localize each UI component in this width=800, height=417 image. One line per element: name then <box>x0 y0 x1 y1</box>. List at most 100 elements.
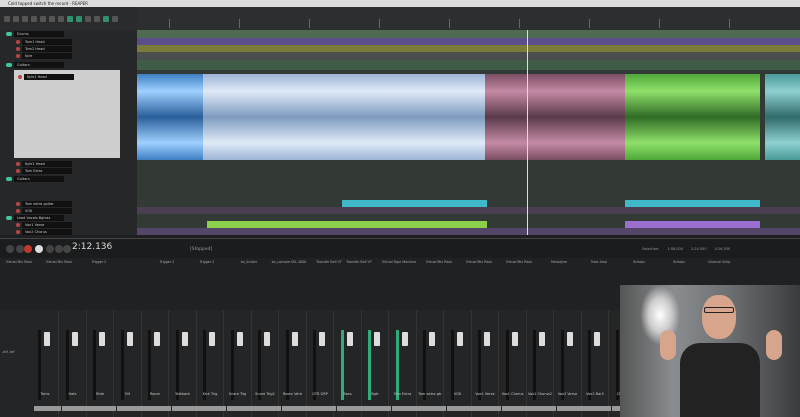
audio-item[interactable] <box>625 221 760 228</box>
mixer-channel[interactable]: Vox2 Verse <box>555 310 584 417</box>
lane-vox[interactable] <box>137 207 800 214</box>
track-vox2-chorus[interactable]: Vox2 Chorus <box>0 228 137 235</box>
record-arm-icon[interactable] <box>18 74 22 79</box>
track-guitars[interactable]: Guitars <box>0 60 137 70</box>
fx-slot[interactable]: Virtual Mix Rack <box>40 260 78 265</box>
mixer-channel[interactable]: Tom extra gtr <box>417 310 446 417</box>
volume-fader[interactable] <box>594 332 600 346</box>
volume-fader[interactable] <box>291 332 298 346</box>
loop-icon[interactable] <box>112 15 118 22</box>
envelope-icon[interactable] <box>94 15 100 22</box>
snap-icon[interactable] <box>85 15 91 22</box>
fx-slot[interactable]: Transfer Bell VT <box>340 260 378 265</box>
track-name[interactable]: Vox1 Verse <box>22 221 72 228</box>
rewind-icon[interactable] <box>16 245 24 253</box>
mixer-channel[interactable]: Vox2 Bar2 <box>582 310 611 417</box>
fx-slot[interactable]: Trigger 2 <box>80 260 118 265</box>
volume-fader[interactable] <box>236 332 243 346</box>
mixer-channel[interactable]: Bass <box>335 310 364 417</box>
fx-slot[interactable]: Virtual Mix Rack <box>460 260 498 265</box>
record-arm-icon[interactable] <box>16 161 20 166</box>
mixer-channel[interactable]: Room <box>142 310 171 417</box>
mixer-channel[interactable]: OH <box>115 310 144 417</box>
ripple-icon[interactable] <box>67 15 73 22</box>
settings-icon[interactable] <box>31 15 37 22</box>
fx-slot[interactable]: Tube Amp <box>580 260 618 265</box>
selection-end[interactable]: 2:24.550 <box>691 247 707 251</box>
record-arm-icon[interactable] <box>16 229 20 234</box>
volume-fader[interactable] <box>539 332 545 346</box>
track-vox[interactable]: VOX <box>0 207 137 214</box>
volume-fader[interactable] <box>264 332 270 346</box>
mixer-channel[interactable]: Ride <box>87 310 116 417</box>
new-project-icon[interactable] <box>4 15 10 22</box>
volume-fader[interactable] <box>126 332 133 346</box>
mixer-channel[interactable]: Vox1 Chorus2 <box>527 310 556 417</box>
track-name[interactable]: Guitars <box>14 62 64 68</box>
volume-fader[interactable] <box>401 332 408 346</box>
mixer-channel[interactable]: Toms <box>32 310 61 417</box>
record-button[interactable] <box>24 245 32 253</box>
audio-item[interactable] <box>342 200 487 207</box>
volume-fader[interactable] <box>99 332 105 346</box>
audio-item[interactable] <box>485 74 625 160</box>
lane-drums[interactable] <box>137 30 800 38</box>
track-vox1-verse[interactable]: Vox1 Verse <box>0 221 137 228</box>
fx-slot[interactable]: Virtual Mix Rack <box>0 260 38 265</box>
lane-vox2-chorus[interactable] <box>137 228 800 235</box>
record-arm-icon[interactable] <box>16 54 20 58</box>
track-name[interactable]: Drums <box>14 31 64 37</box>
record-arm-icon[interactable] <box>16 208 20 213</box>
lane-vox1-verse[interactable] <box>137 221 800 228</box>
fx-slot[interactable]: bx_limiter <box>230 260 268 265</box>
fx-slot[interactable]: Melodyne <box>540 260 578 265</box>
trim-icon[interactable] <box>103 15 109 22</box>
lane-tom1[interactable] <box>137 38 800 45</box>
volume-fader[interactable] <box>456 332 463 346</box>
lane-kyle[interactable] <box>137 52 800 60</box>
track-lead-vocals[interactable]: Lead Vocals Bgtrax <box>0 214 137 221</box>
track-name[interactable]: Kyle1 Head <box>22 160 72 167</box>
volume-fader[interactable] <box>209 332 215 346</box>
fx-slot[interactable]: Trigger 2 <box>188 260 226 265</box>
undo-icon[interactable] <box>40 15 46 22</box>
fx-slot[interactable]: Trigger 2 <box>148 260 186 265</box>
mixer-channel[interactable]: Kick Trig <box>197 310 226 417</box>
mixer-channel[interactable]: Vox1 Verse <box>472 310 501 417</box>
track-guitars-folder[interactable]: Guitars <box>0 175 137 183</box>
volume-fader[interactable] <box>154 332 160 346</box>
grid-icon[interactable] <box>76 15 82 22</box>
track-kyle1-head-2[interactable]: Kyle1 Head <box>0 160 137 167</box>
mixer-channel[interactable]: Tom Extra <box>390 310 419 417</box>
fx-slot[interactable]: bx_console SSL 4000 <box>270 260 308 265</box>
track-tom2[interactable]: Tom2 Head <box>0 45 137 52</box>
track-name[interactable]: Tom Extra <box>22 167 72 174</box>
volume-fader[interactable] <box>511 332 518 346</box>
volume-fader[interactable] <box>319 332 325 346</box>
record-arm-icon[interactable] <box>16 46 20 51</box>
record-arm-icon[interactable] <box>16 201 20 206</box>
audio-item-selected[interactable] <box>203 74 485 160</box>
fx-slot[interactable]: Scheps <box>660 260 698 265</box>
play-cursor[interactable] <box>527 30 528 235</box>
track-tom1[interactable]: Tom1 Head <box>0 38 137 45</box>
track-name[interactable]: VOX <box>22 207 72 214</box>
volume-fader[interactable] <box>71 332 78 346</box>
lane-kyle1-head[interactable] <box>137 74 800 160</box>
track-name[interactable]: Tom1 Head <box>22 38 72 45</box>
selection-length[interactable]: 0:26.550 <box>715 247 731 251</box>
record-arm-icon[interactable] <box>16 168 20 173</box>
mixer-channel[interactable]: VOX <box>445 310 474 417</box>
volume-fader[interactable] <box>374 332 380 346</box>
volume-fader[interactable] <box>44 332 50 346</box>
open-icon[interactable] <box>13 15 19 22</box>
record-arm-icon[interactable] <box>16 39 20 44</box>
fx-slot[interactable]: Virtual Mix Rack <box>420 260 458 265</box>
track-tom-extra[interactable]: Tom Extra <box>0 167 137 174</box>
mixer-channel[interactable]: Room Verb <box>280 310 309 417</box>
volume-fader[interactable] <box>429 332 435 346</box>
arrange-view[interactable] <box>137 30 800 235</box>
fx-slot[interactable]: Scheps <box>620 260 658 265</box>
track-name[interactable]: Tom extra guitar <box>22 200 72 207</box>
mixer-channel[interactable]: Snare Trig <box>225 310 254 417</box>
